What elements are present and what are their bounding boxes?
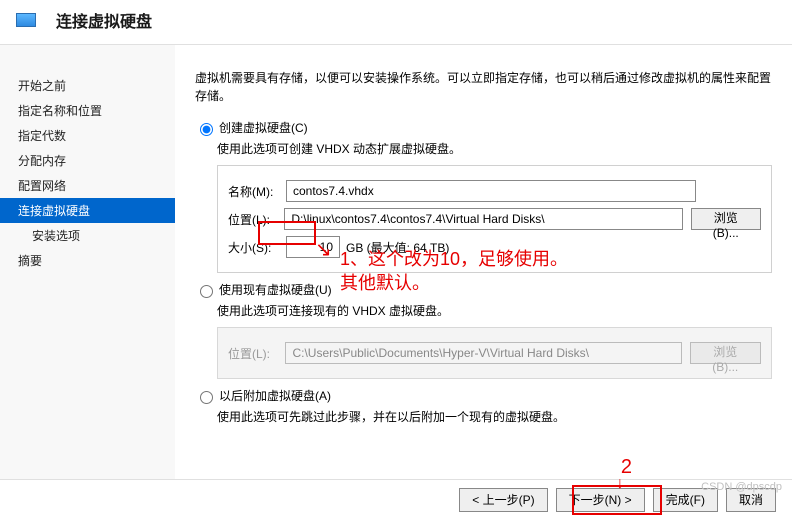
content-pane: 虚拟机需要具有存储，以便可以安装操作系统。可以立即指定存储，也可以稍后通过修改虚… xyxy=(175,45,792,495)
name-label: 名称(M): xyxy=(228,183,286,200)
radio-later[interactable] xyxy=(200,391,213,404)
intro-text: 虚拟机需要具有存储，以便可以安装操作系统。可以立即指定存储，也可以稍后通过修改虚… xyxy=(195,69,772,105)
annotation-text-1: 1、这个改为10，足够使用。 其他默认。 xyxy=(340,247,568,296)
sidebar-item-connect-vhd[interactable]: 连接虚拟硬盘 xyxy=(0,198,175,223)
radio-existing[interactable] xyxy=(200,285,213,298)
page-title: 连接虚拟硬盘 xyxy=(56,8,152,32)
sidebar-item-memory[interactable]: 分配内存 xyxy=(0,148,175,173)
option-create-vhd[interactable]: 创建虚拟硬盘(C) xyxy=(195,119,772,136)
browse-button[interactable]: 浏览(B)... xyxy=(691,208,762,230)
sidebar-item-name-location[interactable]: 指定名称和位置 xyxy=(0,98,175,123)
existing-location-label: 位置(L): xyxy=(228,345,285,362)
next-button[interactable]: 下一步(N) > xyxy=(556,488,645,512)
option-later-label: 以后附加虚拟硬盘(A) xyxy=(219,387,331,404)
prev-button[interactable]: < 上一步(P) xyxy=(459,488,547,512)
option-attach-later[interactable]: 以后附加虚拟硬盘(A) xyxy=(195,387,772,404)
existing-location-input xyxy=(285,342,681,364)
size-label: 大小(S): xyxy=(228,239,286,256)
location-input[interactable] xyxy=(284,208,682,230)
app-icon xyxy=(16,13,36,27)
main-body: 开始之前 指定名称和位置 指定代数 分配内存 配置网络 连接虚拟硬盘 安装选项 … xyxy=(0,45,792,495)
sidebar-item-summary[interactable]: 摘要 xyxy=(0,248,175,273)
sidebar-item-before-begin[interactable]: 开始之前 xyxy=(0,73,175,98)
sidebar-item-generation[interactable]: 指定代数 xyxy=(0,123,175,148)
existing-browse-button: 浏览(B)... xyxy=(690,342,761,364)
sidebar-item-network[interactable]: 配置网络 xyxy=(0,173,175,198)
location-label: 位置(L): xyxy=(228,211,284,228)
name-input[interactable] xyxy=(286,180,696,202)
window-header: 连接虚拟硬盘 xyxy=(0,0,792,45)
option-later-hint: 使用此选项可先跳过此步骤，并在以后附加一个现有的虚拟硬盘。 xyxy=(217,408,772,425)
sidebar-item-install-options[interactable]: 安装选项 xyxy=(0,223,175,248)
option-create-hint: 使用此选项可创建 VHDX 动态扩展虚拟硬盘。 xyxy=(217,140,772,157)
option-create-label: 创建虚拟硬盘(C) xyxy=(219,119,308,136)
existing-group: 位置(L): 浏览(B)... xyxy=(217,327,772,379)
annotation-text-2: 2 xyxy=(621,454,632,481)
radio-create[interactable] xyxy=(200,123,213,136)
option-existing-label: 使用现有虚拟硬盘(U) xyxy=(219,281,332,298)
watermark: CSDN @dpscdp xyxy=(701,481,782,493)
wizard-sidebar: 开始之前 指定名称和位置 指定代数 分配内存 配置网络 连接虚拟硬盘 安装选项 … xyxy=(0,45,175,495)
size-input[interactable] xyxy=(286,236,340,258)
option-existing-hint: 使用此选项可连接现有的 VHDX 虚拟硬盘。 xyxy=(217,302,772,319)
wizard-footer: < 上一步(P) 下一步(N) > 完成(F) 取消 xyxy=(0,479,792,519)
